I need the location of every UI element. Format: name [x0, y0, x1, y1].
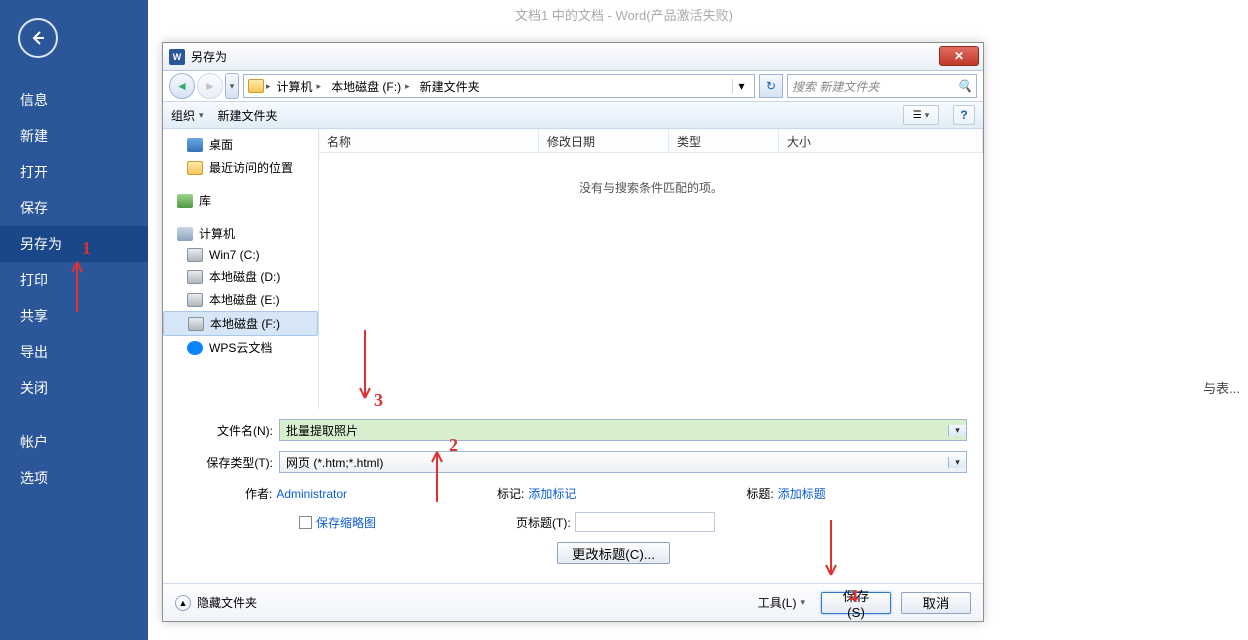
menu-open[interactable]: 打开 [0, 154, 148, 190]
folder-tree[interactable]: 桌面 最近访问的位置 库 计算机 Win7 (C:) 本地磁盘 (D:) 本地磁… [163, 129, 319, 409]
chevron-up-icon: ▲ [175, 595, 191, 611]
col-name[interactable]: 名称 [319, 129, 539, 152]
filetype-value: 网页 (*.htm;*.html) [280, 452, 948, 472]
breadcrumb-drive-f[interactable]: 本地磁盘 (F:)▸ [327, 78, 414, 95]
word-icon: W [169, 49, 185, 65]
title-label: 标题: [746, 485, 773, 502]
library-icon [177, 194, 193, 208]
menu-new[interactable]: 新建 [0, 118, 148, 154]
col-date[interactable]: 修改日期 [539, 129, 669, 152]
col-type[interactable]: 类型 [669, 129, 779, 152]
change-title-button[interactable]: 更改标题(C)... [557, 542, 670, 564]
col-size[interactable]: 大小 [779, 129, 983, 152]
filetype-label: 保存类型(T): [179, 454, 279, 471]
recent-icon [187, 161, 203, 175]
menu-account[interactable]: 帐户 [0, 424, 148, 460]
file-list[interactable]: 名称 修改日期 类型 大小 没有与搜索条件匹配的项。 [319, 129, 983, 409]
computer-icon [177, 227, 193, 241]
dialog-footer: ▲ 隐藏文件夹 工具(L) ▾ 保存(S) 取消 [163, 583, 983, 621]
page-title-label: 页标题(T): [516, 514, 571, 531]
help-button[interactable]: ? [953, 105, 975, 125]
checkbox-box [299, 516, 312, 529]
nav-forward-button[interactable]: ► [197, 73, 223, 99]
refresh-button[interactable]: ↻ [759, 74, 783, 98]
breadcrumb-computer[interactable]: 计算机▸ [273, 78, 326, 95]
menu-save[interactable]: 保存 [0, 190, 148, 226]
menu-share[interactable]: 共享 [0, 298, 148, 334]
add-tag-link[interactable]: 添加标记 [528, 485, 576, 502]
new-folder-button[interactable]: 新建文件夹 [218, 107, 278, 124]
empty-message: 没有与搜索条件匹配的项。 [319, 179, 983, 196]
hide-folders-button[interactable]: ▲ 隐藏文件夹 [175, 594, 257, 611]
menu-info[interactable]: 信息 [0, 82, 148, 118]
wps-cloud-icon [187, 341, 203, 355]
view-options-button[interactable]: ☰▾ [903, 105, 939, 125]
filetype-dropdown[interactable]: ▾ [948, 457, 966, 468]
organize-button[interactable]: 组织 ▾ [171, 107, 204, 124]
drive-icon [187, 248, 203, 262]
filename-combo[interactable]: ▾ [279, 419, 967, 441]
tree-drive-f[interactable]: 本地磁盘 (F:) [163, 311, 318, 336]
author-link[interactable]: Administrator [276, 487, 347, 501]
breadcrumb-dropdown[interactable]: ▾ [732, 79, 750, 93]
tree-wps-cloud[interactable]: WPS云文档 [163, 336, 318, 359]
drive-icon [188, 317, 204, 331]
clipped-backstage-text: 与表... [1203, 378, 1240, 397]
column-headers[interactable]: 名称 修改日期 类型 大小 [319, 129, 983, 153]
tag-label: 标记: [497, 485, 524, 502]
search-placeholder: 搜索 新建文件夹 [792, 78, 879, 95]
author-label: 作者: [245, 485, 272, 502]
search-icon: 🔍 [957, 79, 972, 93]
page-title-input[interactable] [575, 512, 715, 532]
breadcrumb[interactable]: ▸ 计算机▸ 本地磁盘 (F:)▸ 新建文件夹 ▾ [243, 74, 755, 98]
save-thumbnail-checkbox[interactable]: 保存缩略图 [299, 514, 376, 531]
menu-close[interactable]: 关闭 [0, 370, 148, 406]
app-title: 文档1 中的文档 - Word(产品激活失败) [0, 5, 1248, 24]
save-as-dialog: W 另存为 ✕ ◄ ► ▾ ▸ 计算机▸ 本地磁盘 (F:)▸ 新建文件夹 ▾ … [162, 42, 984, 622]
folder-icon [248, 79, 264, 93]
filename-input[interactable] [280, 420, 948, 440]
tools-dropdown[interactable]: 工具(L) ▾ [758, 594, 805, 611]
save-button[interactable]: 保存(S) [821, 592, 891, 614]
filename-label: 文件名(N): [179, 422, 279, 439]
tree-drive-d[interactable]: 本地磁盘 (D:) [163, 265, 318, 288]
tree-drive-e[interactable]: 本地磁盘 (E:) [163, 288, 318, 311]
cancel-button[interactable]: 取消 [901, 592, 971, 614]
nav-back-button[interactable]: ◄ [169, 73, 195, 99]
menu-export[interactable]: 导出 [0, 334, 148, 370]
search-input[interactable]: 搜索 新建文件夹 🔍 [787, 74, 977, 98]
dialog-titlebar[interactable]: W 另存为 ✕ [163, 43, 983, 71]
nav-history-dropdown[interactable]: ▾ [225, 73, 239, 99]
tree-libraries[interactable]: 库 [163, 189, 318, 212]
back-arrow-icon [28, 28, 48, 48]
tree-computer[interactable]: 计算机 [163, 222, 318, 245]
close-button[interactable]: ✕ [939, 46, 979, 66]
desktop-icon [187, 138, 203, 152]
add-title-link[interactable]: 添加标题 [778, 485, 826, 502]
close-icon: ✕ [954, 49, 964, 63]
organize-toolbar: 组织 ▾ 新建文件夹 ☰▾ ? [163, 101, 983, 129]
menu-print[interactable]: 打印 [0, 262, 148, 298]
filename-dropdown[interactable]: ▾ [948, 425, 966, 436]
tree-drive-c[interactable]: Win7 (C:) [163, 245, 318, 265]
menu-options[interactable]: 选项 [0, 460, 148, 496]
drive-icon [187, 270, 203, 284]
nav-row: ◄ ► ▾ ▸ 计算机▸ 本地磁盘 (F:)▸ 新建文件夹 ▾ ↻ 搜索 新建文… [163, 71, 983, 101]
menu-save-as[interactable]: 另存为 [0, 226, 148, 262]
filetype-combo[interactable]: 网页 (*.htm;*.html) ▾ [279, 451, 967, 473]
dialog-title: 另存为 [191, 48, 227, 65]
tree-desktop[interactable]: 桌面 [163, 133, 318, 156]
tree-recent[interactable]: 最近访问的位置 [163, 156, 318, 179]
breadcrumb-new-folder[interactable]: 新建文件夹 [416, 78, 484, 95]
word-backstage-sidebar: 信息 新建 打开 保存 另存为 打印 共享 导出 关闭 帐户 选项 [0, 0, 148, 640]
drive-icon [187, 293, 203, 307]
back-button[interactable] [18, 18, 58, 58]
